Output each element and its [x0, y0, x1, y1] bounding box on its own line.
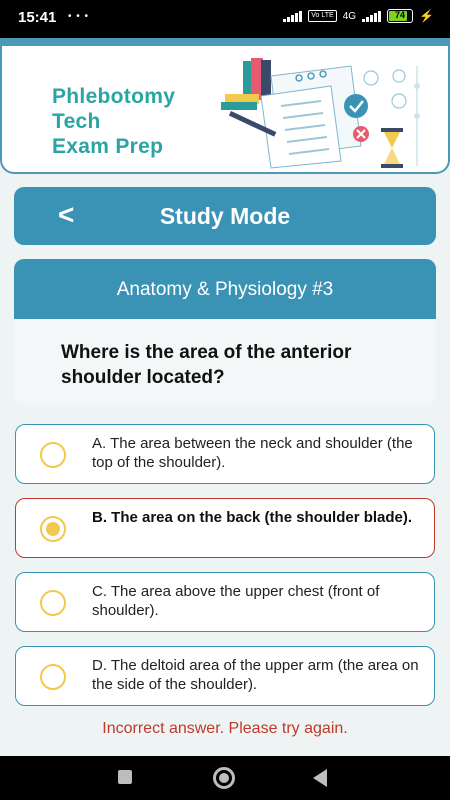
battery-icon: 74 — [387, 9, 414, 23]
radio-button[interactable] — [40, 664, 66, 690]
radio-button[interactable] — [40, 590, 66, 616]
status-time: 15:41 — [18, 9, 57, 26]
system-nav-bar — [0, 756, 450, 800]
app-title-line-2: Tech — [52, 110, 101, 133]
app-header-banner: Phlebotomy Tech Exam Prep — [0, 38, 450, 174]
app-title-line-3: Exam Prep — [52, 135, 164, 158]
battery-level: 74 — [395, 10, 406, 20]
radio-button[interactable] — [40, 442, 66, 468]
answer-option-b[interactable]: B. The area on the back (the shoulder bl… — [15, 498, 435, 558]
answer-option-text: C. The area above the upper chest (front… — [92, 583, 380, 619]
radio-button-selected[interactable] — [40, 516, 66, 542]
study-mode-bar: < Study Mode — [14, 187, 436, 245]
app-title: Phlebotomy Tech Exam Prep — [52, 84, 175, 159]
page-title: Study Mode — [159, 203, 291, 229]
answer-option-c[interactable]: C. The area above the upper chest (front… — [15, 572, 435, 632]
status-indicators: Vo LTE 4G 74 ⚡ — [283, 9, 434, 23]
exam-illustration-icon — [221, 58, 420, 169]
answer-option-text: A. The area between the neck and shoulde… — [92, 435, 413, 471]
answer-option-text: D. The deltoid area of the upper arm (th… — [92, 657, 419, 693]
back-icon[interactable] — [313, 769, 327, 787]
notification-dots-icon: • • • — [68, 11, 90, 22]
recent-apps-icon[interactable] — [118, 770, 132, 784]
question-category: Anatomy & Physiology #3 — [14, 259, 436, 319]
charging-icon: ⚡ — [419, 9, 434, 23]
answer-option-a[interactable]: A. The area between the neck and shoulde… — [15, 424, 435, 484]
cellular-signal-icon — [362, 10, 382, 22]
home-icon[interactable] — [213, 767, 235, 789]
volte-icon: Vo LTE — [308, 10, 337, 22]
answer-option-d[interactable]: D. The deltoid area of the upper arm (th… — [15, 646, 435, 706]
signal-strength-icon — [283, 10, 303, 22]
app-title-line-1: Phlebotomy — [52, 85, 176, 108]
question-card: Anatomy & Physiology #3 Where is the are… — [14, 259, 436, 405]
network-type-label: 4G — [342, 10, 357, 22]
answer-option-text: B. The area on the back (the shoulder bl… — [92, 509, 413, 526]
feedback-message: Incorrect answer. Please try again. — [102, 720, 348, 737]
question-text: Where is the area of the anterior should… — [61, 342, 352, 388]
status-bar: 15:41 • • • Vo LTE 4G 74 ⚡ — [0, 0, 450, 38]
